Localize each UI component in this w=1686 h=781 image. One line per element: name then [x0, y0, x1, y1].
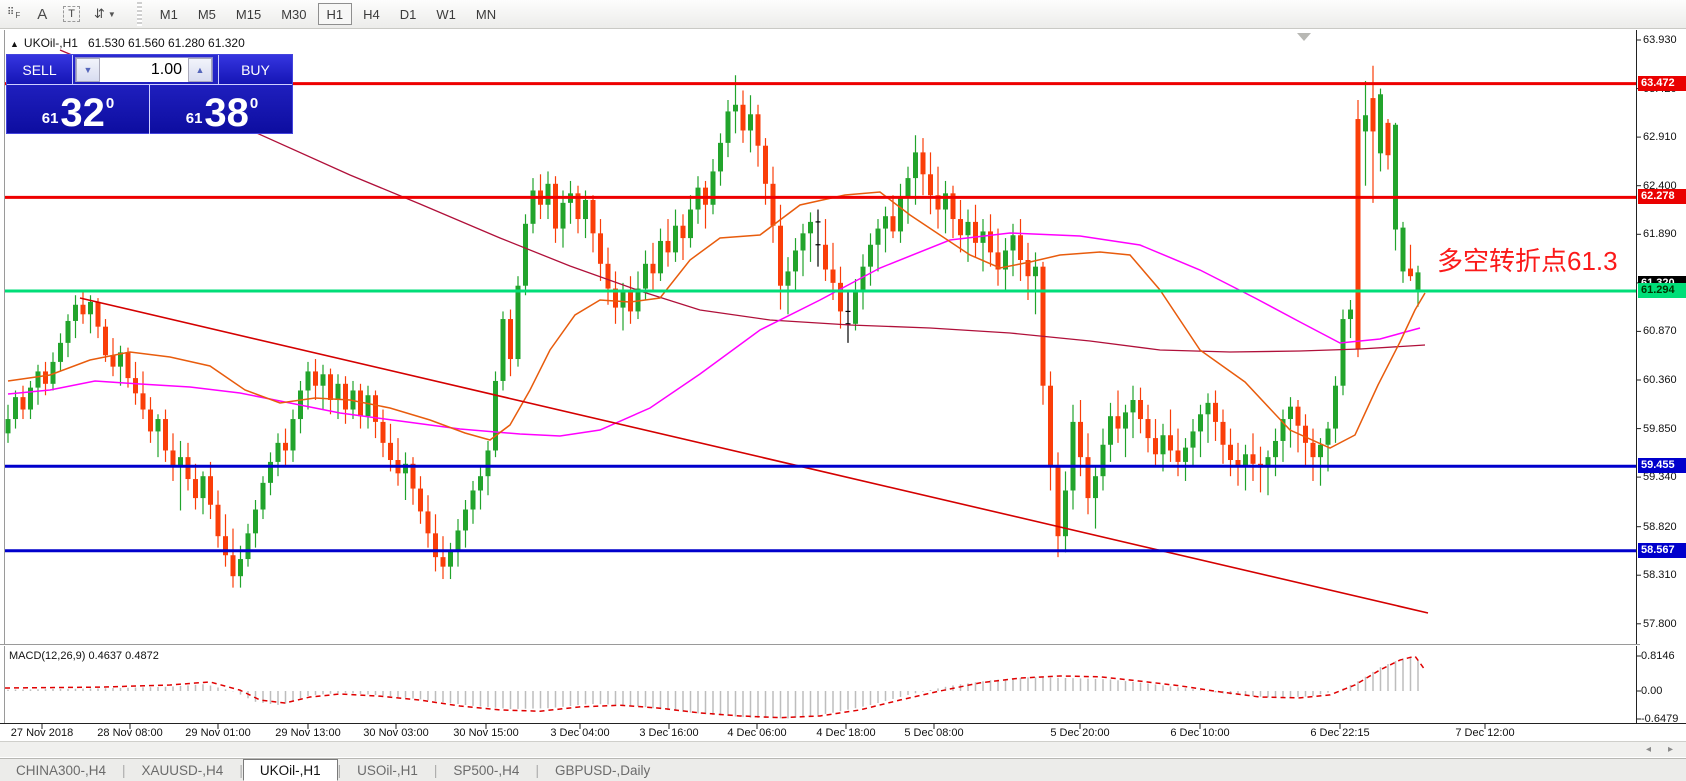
- timeframe-h4[interactable]: H4: [354, 3, 389, 25]
- buy-button[interactable]: BUY: [218, 55, 292, 84]
- chart-tab-xauusd-h4[interactable]: XAUUSD-,H4: [126, 761, 240, 780]
- tab-scrollbar: ◂ ▸: [0, 741, 1686, 757]
- time-tick-label: 4 Dec 18:00: [816, 727, 876, 739]
- panel-collapse-icon[interactable]: ▲: [10, 39, 19, 49]
- macd-tick-label: -0.6479: [1641, 713, 1679, 725]
- text-box-icon[interactable]: T: [57, 3, 86, 25]
- chart-tab-usoil-h1[interactable]: USOil-,H1: [341, 761, 434, 780]
- time-tick-label: 30 Nov 15:00: [453, 727, 519, 739]
- price-tick-label: 63.930: [1643, 34, 1677, 46]
- one-click-trade-panel: SELL ▼ ▲ BUY 61 32 0 61 38 0: [6, 54, 293, 134]
- toolbar-separator: [136, 2, 142, 26]
- timeframe-m1[interactable]: M1: [151, 3, 187, 25]
- time-tick-label: 27 Nov 2018: [10, 727, 74, 739]
- support1-badge: 59.455: [1638, 458, 1686, 474]
- timeframe-mn[interactable]: MN: [467, 3, 505, 25]
- ask-price[interactable]: 61 38 0: [151, 85, 293, 134]
- time-tick-label: 7 Dec 12:00: [1455, 727, 1515, 739]
- toolbar: ⠿F A T ⇵ ▼ M1 M5 M15 M30 H1 H4 D1 W1 MN: [0, 0, 1686, 29]
- price-tick-label: 60.870: [1643, 325, 1677, 338]
- chart-tab-china300-h4[interactable]: CHINA300-,H4: [0, 761, 122, 780]
- support2-badge: 58.567: [1638, 542, 1686, 558]
- timeframe-m30[interactable]: M30: [272, 3, 315, 25]
- chart-shift-marker[interactable]: [1297, 33, 1311, 41]
- price-tick-label: 57.800: [1643, 617, 1677, 630]
- macd-separator[interactable]: [0, 644, 1640, 646]
- time-tick-label: 4 Dec 06:00: [727, 727, 787, 739]
- volume-decrease-button[interactable]: ▼: [76, 57, 100, 82]
- macd-indicator-label: MACD(12,26,9) 0.4637 0.4872: [9, 650, 159, 662]
- chart-title: ▲ UKOil-,H1 61.530 61.560 61.280 61.320: [10, 36, 245, 50]
- timeframe-h1[interactable]: H1: [317, 3, 353, 25]
- volume-stepper: ▼ ▲: [75, 57, 213, 82]
- chart-tab-bar: CHINA300-,H4 | XAUUSD-,H4 | UKOil-,H1 | USOil-…: [0, 758, 1686, 781]
- plot-left-border: [4, 30, 5, 723]
- timeframe-d1[interactable]: D1: [391, 3, 426, 25]
- time-tick-label: 3 Dec 04:00: [550, 727, 610, 739]
- timeframe-m5[interactable]: M5: [189, 3, 225, 25]
- chevron-down-icon: ▼: [107, 9, 116, 19]
- resistance1-badge: 63.472: [1638, 75, 1686, 91]
- time-tick-label: 5 Dec 08:00: [904, 727, 964, 739]
- mt4-terminal: ⠿F A T ⇵ ▼ M1 M5 M15 M30 H1 H4 D1 W1 MN ▲ UKOil-,H…: [0, 0, 1686, 781]
- timeframe-m15[interactable]: M15: [227, 3, 270, 25]
- tab-scroll-left-icon[interactable]: ◂: [1646, 744, 1651, 755]
- text-label-icon[interactable]: A: [29, 3, 55, 25]
- macd-tick-label: 0.8146: [1641, 650, 1675, 662]
- timeframe-w1[interactable]: W1: [427, 3, 465, 25]
- volume-increase-button[interactable]: ▲: [188, 57, 212, 82]
- price-axis-border: [1636, 30, 1637, 723]
- time-tick-label: 30 Nov 03:00: [363, 727, 429, 739]
- chart-tab-sp500-h4[interactable]: SP500-,H4: [437, 761, 535, 780]
- cursor-mode-icon[interactable]: ⇵ ▼: [88, 3, 122, 25]
- time-tick-label: 29 Nov 13:00: [275, 727, 341, 739]
- time-tick-label: 6 Dec 22:15: [1310, 727, 1370, 739]
- bid-price[interactable]: 61 32 0: [7, 85, 150, 134]
- volume-input[interactable]: [100, 57, 188, 82]
- time-tick-label: 28 Nov 08:00: [97, 727, 163, 739]
- macd-tick-label: 0.00: [1641, 685, 1663, 697]
- chart-tab-ukoil-h1[interactable]: UKOil-,H1: [242, 759, 338, 781]
- chart-ohlc: 61.530 61.560 61.280 61.320: [87, 36, 245, 50]
- chart-tab-gbpusd-daily[interactable]: GBPUSD-,Daily: [539, 761, 666, 780]
- sell-button[interactable]: SELL: [7, 55, 73, 84]
- time-tick-label: 3 Dec 16:00: [639, 727, 699, 739]
- fibo-lines-icon[interactable]: ⠿F: [1, 3, 27, 25]
- time-tick-label: 6 Dec 10:00: [1170, 727, 1230, 739]
- chart-symbol: UKOil-,H1: [23, 36, 78, 50]
- price-tick-label: 60.360: [1643, 374, 1677, 386]
- chart-annotation-text: 多空转折点61.3: [1437, 246, 1618, 276]
- tab-scroll-right-icon[interactable]: ▸: [1668, 744, 1673, 755]
- price-tick-label: 62.910: [1643, 131, 1677, 144]
- price-tick-label: 58.820: [1643, 520, 1677, 533]
- timeframe-group: M1 M5 M15 M30 H1 H4 D1 W1 MN: [150, 3, 506, 25]
- time-tick-label: 29 Nov 01:00: [185, 727, 251, 739]
- time-axis-border: [0, 723, 1686, 724]
- resistance2-badge: 62.278: [1638, 189, 1686, 205]
- price-tick-label: 59.850: [1643, 422, 1677, 435]
- pivot-badge: 61.294: [1638, 283, 1686, 298]
- price-tick-label: 58.310: [1643, 569, 1677, 582]
- price-tick-label: 61.890: [1643, 228, 1677, 241]
- time-tick-label: 5 Dec 20:00: [1050, 727, 1110, 739]
